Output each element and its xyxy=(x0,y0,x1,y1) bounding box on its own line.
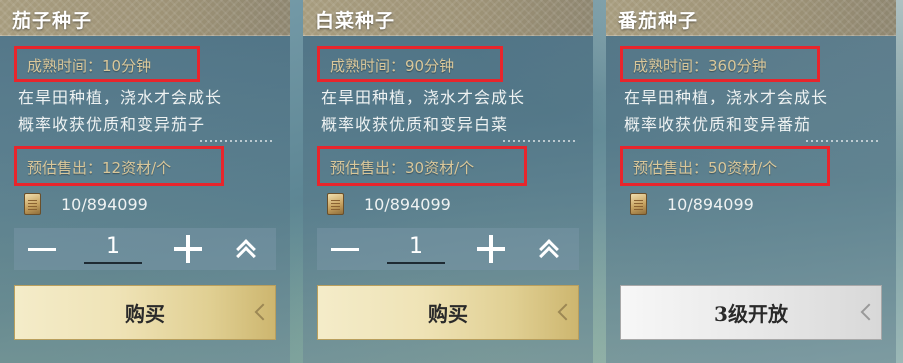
minus-icon[interactable] xyxy=(331,248,359,251)
dotted-divider xyxy=(200,140,272,142)
description-line-2: 概率收获优质和变异茄子 xyxy=(18,115,206,134)
locked-button[interactable]: 3级开放 xyxy=(620,285,882,340)
card-header: 茄子种子 xyxy=(0,0,290,36)
stock-row: 10/894099 xyxy=(630,190,754,218)
stock-count: 10/894099 xyxy=(61,194,148,214)
quantity-input[interactable]: 1 xyxy=(84,234,142,264)
button-ornament xyxy=(860,303,878,321)
quantity-stepper: 1 xyxy=(14,228,276,270)
minus-icon[interactable] xyxy=(28,248,56,251)
card-title: 白菜种子 xyxy=(315,10,396,32)
description-line-1: 在旱田种植，浇水才会成长 xyxy=(18,88,223,107)
buy-button[interactable]: 购买 xyxy=(14,285,276,340)
double-chevron-up-icon[interactable] xyxy=(537,236,563,266)
mature-time-text: 成熟时间：10分钟 xyxy=(27,57,152,75)
description-line-2: 概率收获优质和变异白菜 xyxy=(321,115,509,134)
stock-row: 10/894099 xyxy=(24,190,148,218)
card-header: 白菜种子 xyxy=(303,0,593,36)
price-highlight: 预估售出：12资材/个 xyxy=(14,146,224,186)
description-line-1: 在旱田种植，浇水才会成长 xyxy=(624,88,829,107)
mature-time-highlight: 成熟时间：360分钟 xyxy=(620,46,820,82)
seed-card-eggplant: 茄子种子 成熟时间：10分钟 在旱田种植，浇水才会成长 概率收获优质和变异茄子 … xyxy=(0,0,290,363)
buy-button[interactable]: 购买 xyxy=(317,285,579,340)
dotted-divider xyxy=(503,140,575,142)
seed-description: 在旱田种植，浇水才会成长 概率收获优质和变异番茄 xyxy=(624,84,828,138)
card-title: 茄子种子 xyxy=(12,10,93,32)
stock-row: 10/894099 xyxy=(327,190,451,218)
quantity-stepper: 1 xyxy=(317,228,579,270)
price-text: 预估售出：30资材/个 xyxy=(330,159,475,177)
stock-count: 10/894099 xyxy=(667,194,754,214)
buy-button-label: 购买 xyxy=(125,302,165,326)
description-line-2: 概率收获优质和变异番茄 xyxy=(624,115,812,134)
mature-time-text: 成熟时间：360分钟 xyxy=(633,57,767,75)
card-title: 番茄种子 xyxy=(618,10,699,32)
seed-description: 在旱田种植，浇水才会成长 概率收获优质和变异茄子 xyxy=(18,84,222,138)
buy-button-label: 购买 xyxy=(428,302,468,326)
coupon-icon xyxy=(630,193,647,215)
seed-card-cabbage: 白菜种子 成熟时间：90分钟 在旱田种植，浇水才会成长 概率收获优质和变异白菜 … xyxy=(303,0,593,363)
mature-time-text: 成熟时间：90分钟 xyxy=(330,57,455,75)
coupon-icon xyxy=(24,193,41,215)
quantity-input[interactable]: 1 xyxy=(387,234,445,264)
mature-time-highlight: 成熟时间：10分钟 xyxy=(14,46,200,82)
button-ornament xyxy=(557,303,575,321)
price-highlight: 预估售出：50资材/个 xyxy=(620,146,830,186)
stock-count: 10/894099 xyxy=(364,194,451,214)
dotted-divider xyxy=(806,140,878,142)
plus-icon[interactable] xyxy=(477,235,505,263)
seed-card-tomato: 番茄种子 成熟时间：360分钟 在旱田种植，浇水才会成长 概率收获优质和变异番茄… xyxy=(606,0,896,363)
seed-description: 在旱田种植，浇水才会成长 概率收获优质和变异白菜 xyxy=(321,84,525,138)
plus-icon[interactable] xyxy=(174,235,202,263)
mature-time-highlight: 成熟时间：90分钟 xyxy=(317,46,503,82)
coupon-icon xyxy=(327,193,344,215)
price-highlight: 预估售出：30资材/个 xyxy=(317,146,527,186)
price-text: 预估售出：50资材/个 xyxy=(633,159,778,177)
locked-button-label: 3级开放 xyxy=(714,302,788,326)
card-header: 番茄种子 xyxy=(606,0,896,36)
double-chevron-up-icon[interactable] xyxy=(234,236,260,266)
description-line-1: 在旱田种植，浇水才会成长 xyxy=(321,88,526,107)
price-text: 预估售出：12资材/个 xyxy=(27,159,172,177)
button-ornament xyxy=(254,303,272,321)
